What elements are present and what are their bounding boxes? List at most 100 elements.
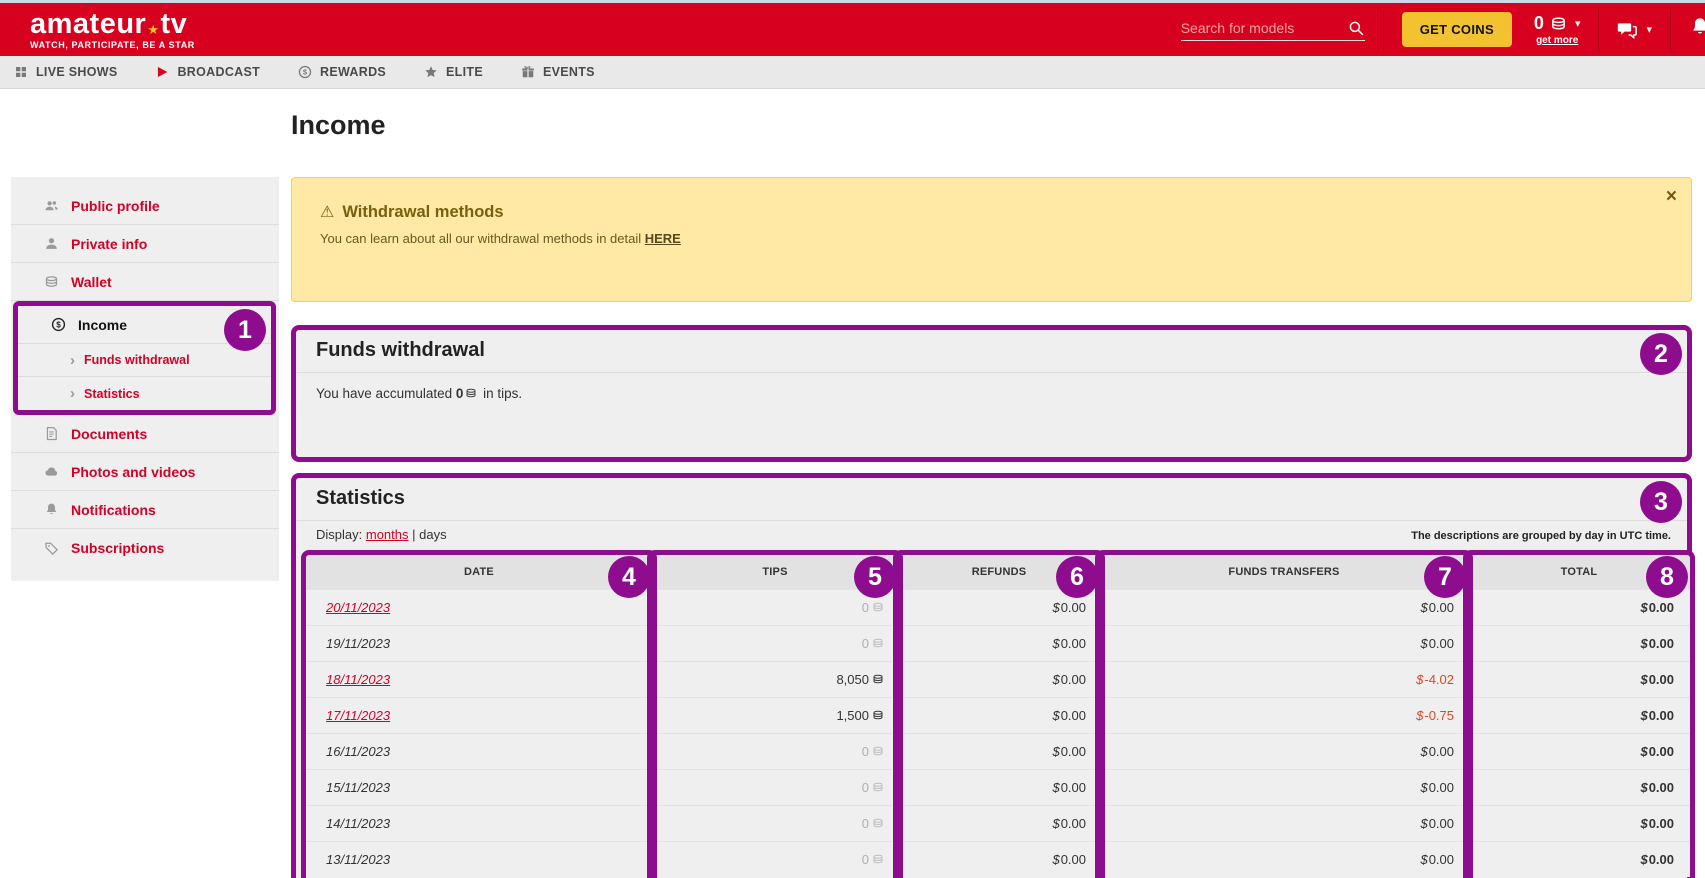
chevron-right-icon: › — [70, 352, 75, 369]
funds-withdrawal-section: 2 Funds withdrawal You have accumulated … — [291, 325, 1692, 462]
total-cell: $0.00 — [1468, 769, 1690, 805]
tips-cell: 0 — [652, 805, 898, 841]
refunds-cell: $0.00 — [898, 697, 1100, 733]
person-icon — [39, 236, 63, 251]
coin-icon — [465, 387, 477, 399]
sidebar-item-label: Statistics — [84, 387, 140, 401]
here-link[interactable]: HERE — [645, 231, 681, 246]
total-cell: $0.00 — [1468, 733, 1690, 769]
messages-menu[interactable]: ▾ — [1617, 20, 1652, 40]
nav-item-live-shows[interactable]: LIVE SHOWS — [14, 65, 117, 79]
svg-text:$: $ — [56, 320, 61, 329]
nav-label: REWARDS — [320, 65, 386, 79]
banner-body: You can learn about all our withdrawal m… — [320, 231, 1663, 246]
refunds-cell: $0.00 — [898, 805, 1100, 841]
star-icon — [424, 65, 438, 79]
tips-cell: 0 — [652, 733, 898, 769]
banner-title-text: Withdrawal methods — [342, 203, 503, 222]
sidebar-item-label: Funds withdrawal — [84, 353, 190, 367]
nav-item-broadcast[interactable]: BROADCAST — [155, 65, 260, 79]
nav-item-events[interactable]: EVENTS — [521, 65, 595, 79]
chat-icon — [1617, 20, 1637, 40]
refunds-cell: $0.00 — [898, 841, 1100, 877]
statistics-table: DATETIPSREFUNDSFUNDS TRANSFERSTOTAL 20/1… — [306, 555, 1690, 877]
funds-transfers-cell: $-0.75 — [1100, 697, 1468, 733]
close-icon[interactable]: × — [1666, 187, 1677, 206]
sidebar-item-label: Documents — [71, 426, 147, 442]
annotation-circle-1: 1 — [224, 309, 266, 351]
date-cell: 18/11/2023 — [306, 661, 652, 697]
sidebar-item-label: Private info — [71, 236, 147, 252]
tips-cell: 0 — [652, 625, 898, 661]
sidebar-item-subscriptions[interactable]: Subscriptions — [11, 529, 279, 567]
logo-left: amateur — [30, 10, 146, 39]
tips-cell: 0 — [652, 589, 898, 625]
document-icon — [39, 426, 63, 441]
nav-label: EVENTS — [543, 65, 595, 79]
refunds-cell: $0.00 — [898, 625, 1100, 661]
logo-text: amateur★tv — [30, 10, 195, 39]
refunds-cell: $0.00 — [898, 589, 1100, 625]
nav-item-elite[interactable]: ELITE — [424, 65, 483, 79]
display-toggle-row: Display: months | days The descriptions … — [296, 521, 1687, 550]
accumulated-amount: 0 — [456, 386, 464, 401]
total-cell: $0.00 — [1468, 625, 1690, 661]
date-link[interactable]: 18/11/2023 — [326, 672, 390, 687]
dollar-circle-icon: $ — [46, 317, 70, 332]
funds-transfers-cell: $-4.02 — [1100, 661, 1468, 697]
total-cell: $0.00 — [1468, 661, 1690, 697]
search-input[interactable] — [1181, 20, 1341, 36]
sidebar-item-documents[interactable]: Documents — [11, 415, 279, 453]
sidebar-item-label: Public profile — [71, 198, 160, 214]
nav-label: BROADCAST — [177, 65, 260, 79]
date-cell: 15/11/2023 — [306, 769, 652, 805]
column-header-refunds: REFUNDS — [898, 555, 1100, 589]
search-icon[interactable] — [1347, 19, 1365, 37]
display-days-current: days — [419, 527, 446, 542]
funds-transfers-cell: $0.00 — [1100, 841, 1468, 877]
banner-body-text: You can learn about all our withdrawal m… — [320, 231, 641, 246]
funds-withdrawal-text: You have accumulated 0 in tips. — [296, 373, 1687, 414]
cloud-icon — [39, 464, 63, 479]
coin-balance-menu[interactable]: 0 ▾ get more — [1534, 13, 1581, 46]
sidebar-item-funds-withdrawal[interactable]: › Funds withdrawal — [18, 344, 271, 377]
main-nav: LIVE SHOWS BROADCAST $ REWARDS ELITE EVENTS — [0, 56, 1705, 89]
sidebar-item-photos-and-videos[interactable]: Photos and videos — [11, 453, 279, 491]
total-cell: $0.00 — [1468, 697, 1690, 733]
funds-transfers-cell: $0.00 — [1100, 805, 1468, 841]
gift-icon — [521, 65, 535, 79]
sidebar-item-wallet[interactable]: Wallet — [11, 263, 279, 301]
table-row: 18/11/20238,050$0.00$-4.02$0.00 — [306, 661, 1690, 697]
funds-withdrawal-title: Funds withdrawal — [296, 330, 1687, 373]
sidebar-item-label: Notifications — [71, 502, 156, 518]
date-link[interactable]: 17/11/2023 — [326, 708, 390, 723]
page-title: Income — [291, 110, 386, 141]
nav-item-rewards[interactable]: $ REWARDS — [298, 65, 386, 79]
notifications-button[interactable]: 1 — [1689, 16, 1705, 44]
get-more-link[interactable]: get more — [1536, 35, 1578, 46]
table-row: 20/11/20230$0.00$0.00$0.00 — [306, 589, 1690, 625]
coin-icon — [872, 709, 884, 721]
sidebar-item-public-profile[interactable]: Public profile — [11, 187, 279, 225]
sidebar-item-statistics[interactable]: ›Statistics — [18, 377, 271, 410]
brand-logo[interactable]: amateur★tv WATCH, PARTICIPATE, BE A STAR — [30, 10, 195, 50]
display-separator: | — [412, 527, 415, 542]
model-search — [1181, 19, 1365, 41]
top-header: amateur★tv WATCH, PARTICIPATE, BE A STAR… — [0, 3, 1705, 56]
people-icon — [39, 198, 63, 213]
coin-icon — [872, 781, 884, 793]
sidebar-item-notifications[interactable]: Notifications — [11, 491, 279, 529]
total-cell: $0.00 — [1468, 805, 1690, 841]
date-link[interactable]: 20/11/2023 — [326, 600, 390, 615]
dollar-circle-icon: $ — [298, 65, 312, 79]
sidebar-item-private-info[interactable]: Private info — [11, 225, 279, 263]
coin-icon — [872, 673, 884, 685]
display-months-link[interactable]: months — [366, 527, 409, 542]
sidebar-item-label: Subscriptions — [71, 540, 164, 556]
chevron-down-icon: ▾ — [1575, 17, 1581, 30]
chevron-down-icon: ▾ — [1646, 23, 1652, 36]
date-cell: 16/11/2023 — [306, 733, 652, 769]
get-coins-button[interactable]: GET COINS — [1402, 12, 1512, 47]
svg-text:$: $ — [303, 68, 308, 77]
total-cell: $0.00 — [1468, 589, 1690, 625]
